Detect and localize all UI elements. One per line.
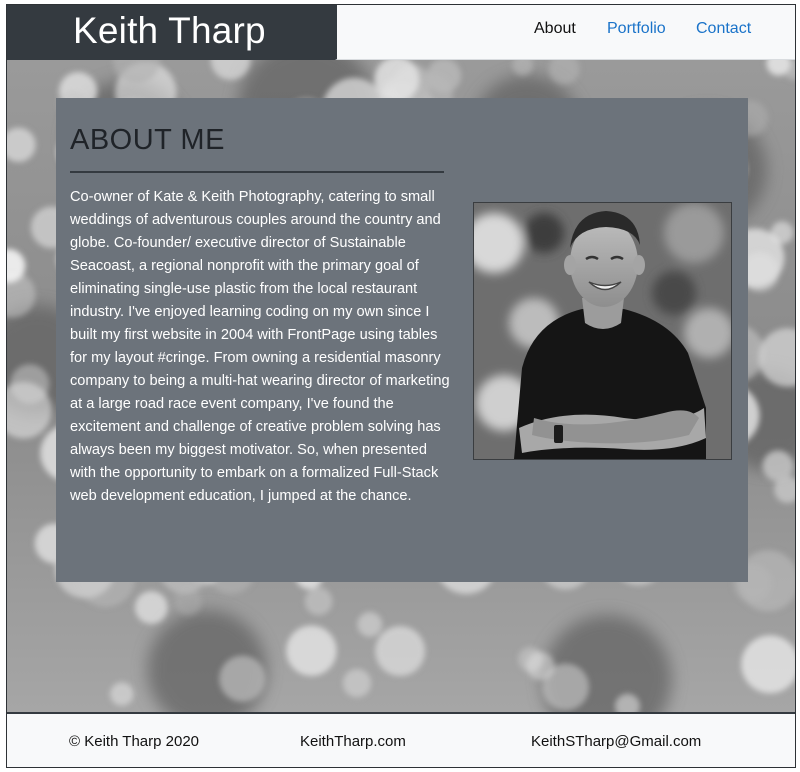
profile-photo	[473, 202, 732, 460]
footer-email-link[interactable]: KeithSTharp@Gmail.com	[531, 732, 701, 752]
about-card: ABOUT ME Co-owner of Kate & Keith Photog…	[56, 98, 748, 582]
heading-divider	[70, 171, 444, 173]
navbar-brand: Keith Tharp	[7, 5, 335, 60]
brand-name[interactable]: Keith Tharp	[73, 7, 266, 55]
about-paragraph: Co-owner of Kate & Keith Photography, ca…	[70, 189, 450, 504]
nav-link-portfolio[interactable]: Portfolio	[607, 19, 666, 39]
footer: © Keith Tharp 2020 KeithTharp.com KeithS…	[7, 712, 795, 767]
footer-copyright: © Keith Tharp 2020	[69, 733, 200, 750]
footer-website-link[interactable]: KeithTharp.com	[300, 732, 406, 752]
about-heading: ABOUT ME	[70, 124, 225, 156]
page-frame: Keith Tharp About Portfolio Contact ABOU…	[6, 4, 796, 768]
top-nav: About Portfolio Contact	[335, 5, 795, 60]
nav-link-contact[interactable]: Contact	[696, 19, 751, 39]
nav-link-about[interactable]: About	[534, 19, 576, 39]
